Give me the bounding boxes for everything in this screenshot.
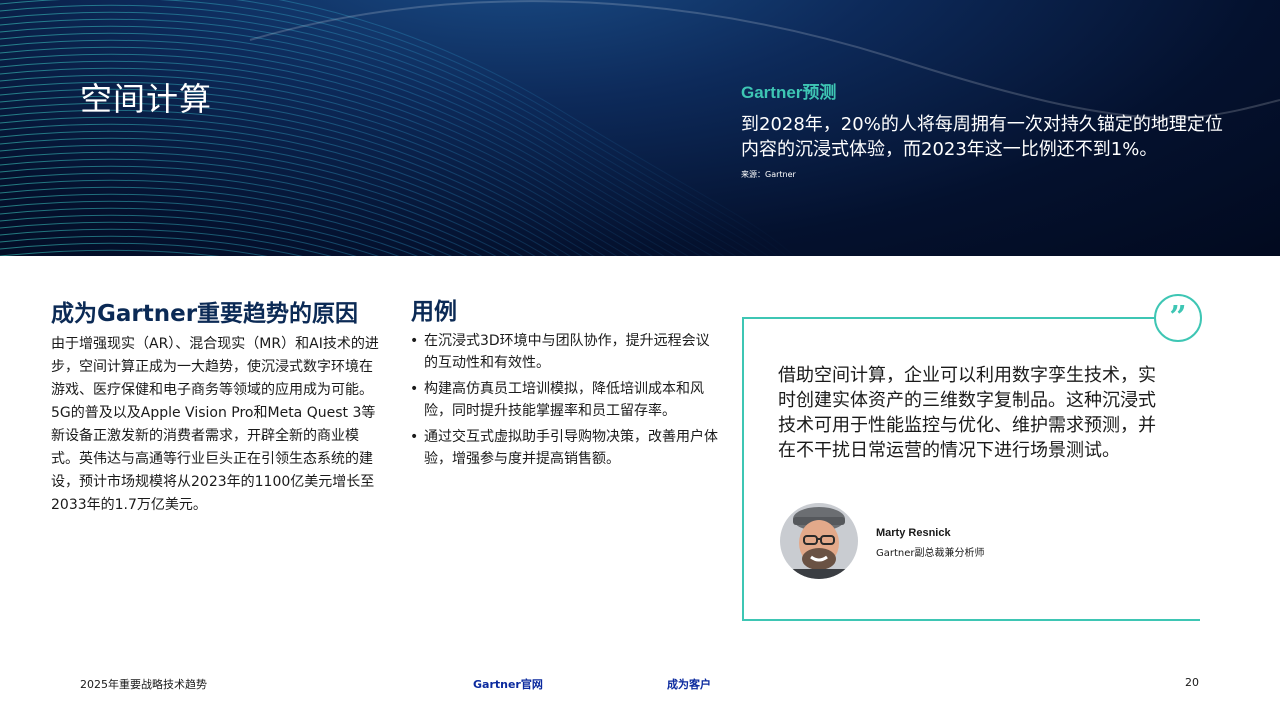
forecast-label: Gartner预测 bbox=[741, 83, 837, 102]
hero-wave-line bbox=[278, 0, 796, 256]
forecast-text: 到2028年，20%的人将每周拥有一次对持久锚定的地理定位内容的沉浸式体验，而2… bbox=[741, 114, 1223, 160]
avatar bbox=[780, 503, 858, 579]
hero-banner: 空间计算 Gartner预测 到2028年，20%的人将每周拥有一次对持久锚定的… bbox=[0, 0, 1280, 256]
bullet-icon: • bbox=[410, 429, 419, 445]
reasons-body: 由于增强现实（AR）、混合现实（MR）和AI技术的进步，空间计算正成为一大趋势，… bbox=[51, 336, 379, 513]
hero-wave-line bbox=[0, 130, 560, 256]
use-case-text: 构建高仿真员工培训模拟，降低培训成本和风险，同时提升技能掌握率和员工留存率。 bbox=[424, 381, 704, 419]
bullet-icon: • bbox=[410, 333, 419, 349]
hero-wave-line bbox=[0, 0, 779, 256]
gartner-website-link[interactable]: Gartner官网 bbox=[473, 676, 543, 692]
quote-card-top-border bbox=[742, 317, 1156, 319]
use-case-text: 通过交互式虚拟助手引导购物决策，改善用户体验，增强参与度并提高销售额。 bbox=[424, 429, 718, 467]
quote-mark-icon: ” bbox=[1154, 294, 1202, 342]
bullet-icon: • bbox=[410, 381, 419, 397]
use-case-list: • 在沉浸式3D环境中与团队协作，提升远程会议的互动性和有效性。 • 构建高仿真员工… bbox=[410, 330, 720, 474]
reasons-heading: 成为Gartner重要趋势的原因 bbox=[51, 301, 359, 327]
person-name: Marty Resnick bbox=[876, 527, 951, 539]
use-cases-heading: 用例 bbox=[411, 299, 457, 325]
use-case-text: 在沉浸式3D环境中与团队协作，提升远程会议的互动性和有效性。 bbox=[424, 333, 710, 371]
list-item: • 构建高仿真员工培训模拟，降低培训成本和风险，同时提升技能掌握率和员工留存率。 bbox=[410, 378, 720, 422]
become-client-link[interactable]: 成为客户 bbox=[667, 676, 711, 692]
page-title: 空间计算 bbox=[80, 80, 213, 118]
forecast-source: 来源：Gartner bbox=[741, 170, 796, 179]
list-item: • 通过交互式虚拟助手引导购物决策，改善用户体验，增强参与度并提高销售额。 bbox=[410, 426, 720, 470]
footer-doc-title: 2025年重要战略技术趋势 bbox=[80, 678, 207, 691]
avatar-portrait bbox=[780, 503, 858, 579]
list-item: • 在沉浸式3D环境中与团队协作，提升远程会议的互动性和有效性。 bbox=[410, 330, 720, 374]
quote-text: 借助空间计算，企业可以利用数字孪生技术，实时创建实体资产的三维数字复制品。这种沉… bbox=[778, 365, 1156, 461]
page-number: 20 bbox=[1185, 676, 1199, 689]
person-title: Gartner副总裁兼分析师 bbox=[876, 548, 985, 559]
hero-wave-line bbox=[235, 0, 787, 256]
